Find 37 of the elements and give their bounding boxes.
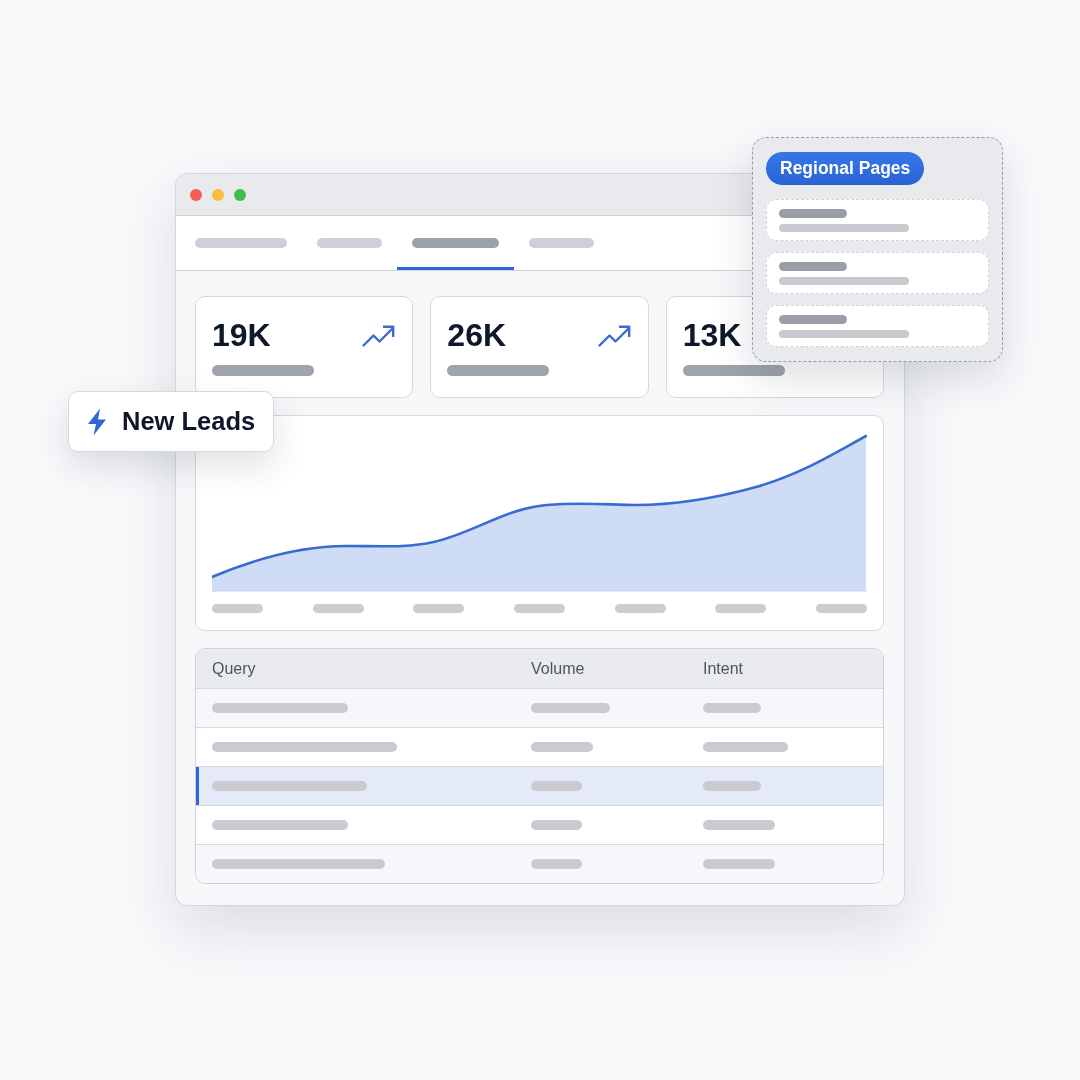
column-header: Query	[212, 658, 257, 679]
placeholder-line	[703, 703, 761, 713]
lightning-icon	[87, 407, 107, 436]
axis-label-placeholder	[513, 604, 565, 613]
placeholder-line	[703, 859, 775, 869]
card-title: New Leads	[122, 407, 256, 436]
placeholder-line	[529, 238, 594, 248]
zoom-button[interactable]	[234, 188, 246, 201]
stat-value: 13K	[682, 317, 742, 353]
stat-value: 19K	[212, 317, 271, 353]
axis-label-placeholder	[312, 604, 364, 613]
placeholder-line	[703, 820, 775, 830]
table-row[interactable]	[196, 689, 883, 728]
title-pill: Regional Pages	[766, 152, 925, 185]
axis-label-placeholder	[212, 604, 263, 613]
trend-up-icon	[362, 325, 396, 347]
axis-label-placeholder	[614, 604, 666, 613]
placeholder-line	[779, 261, 847, 271]
axis-label-placeholder	[715, 604, 767, 613]
axis-label-placeholder	[413, 604, 465, 613]
placeholder-line	[703, 781, 761, 791]
placeholder-line	[531, 781, 582, 791]
column-header: Volume	[531, 658, 586, 679]
close-button[interactable]	[190, 188, 202, 201]
placeholder-line	[779, 208, 847, 218]
placeholder-line	[531, 742, 593, 752]
placeholder-line	[531, 820, 582, 830]
axis-label-placeholder	[815, 604, 867, 613]
placeholder-line	[531, 859, 582, 869]
placeholder-line	[779, 314, 847, 324]
minimize-button[interactable]	[212, 188, 224, 201]
placeholder-line	[317, 238, 382, 248]
column-header: Intent	[703, 658, 745, 679]
table-row[interactable]	[196, 767, 883, 806]
stat-value: 26K	[447, 317, 507, 353]
trend-up-icon	[597, 325, 631, 347]
table-row[interactable]	[196, 845, 883, 883]
